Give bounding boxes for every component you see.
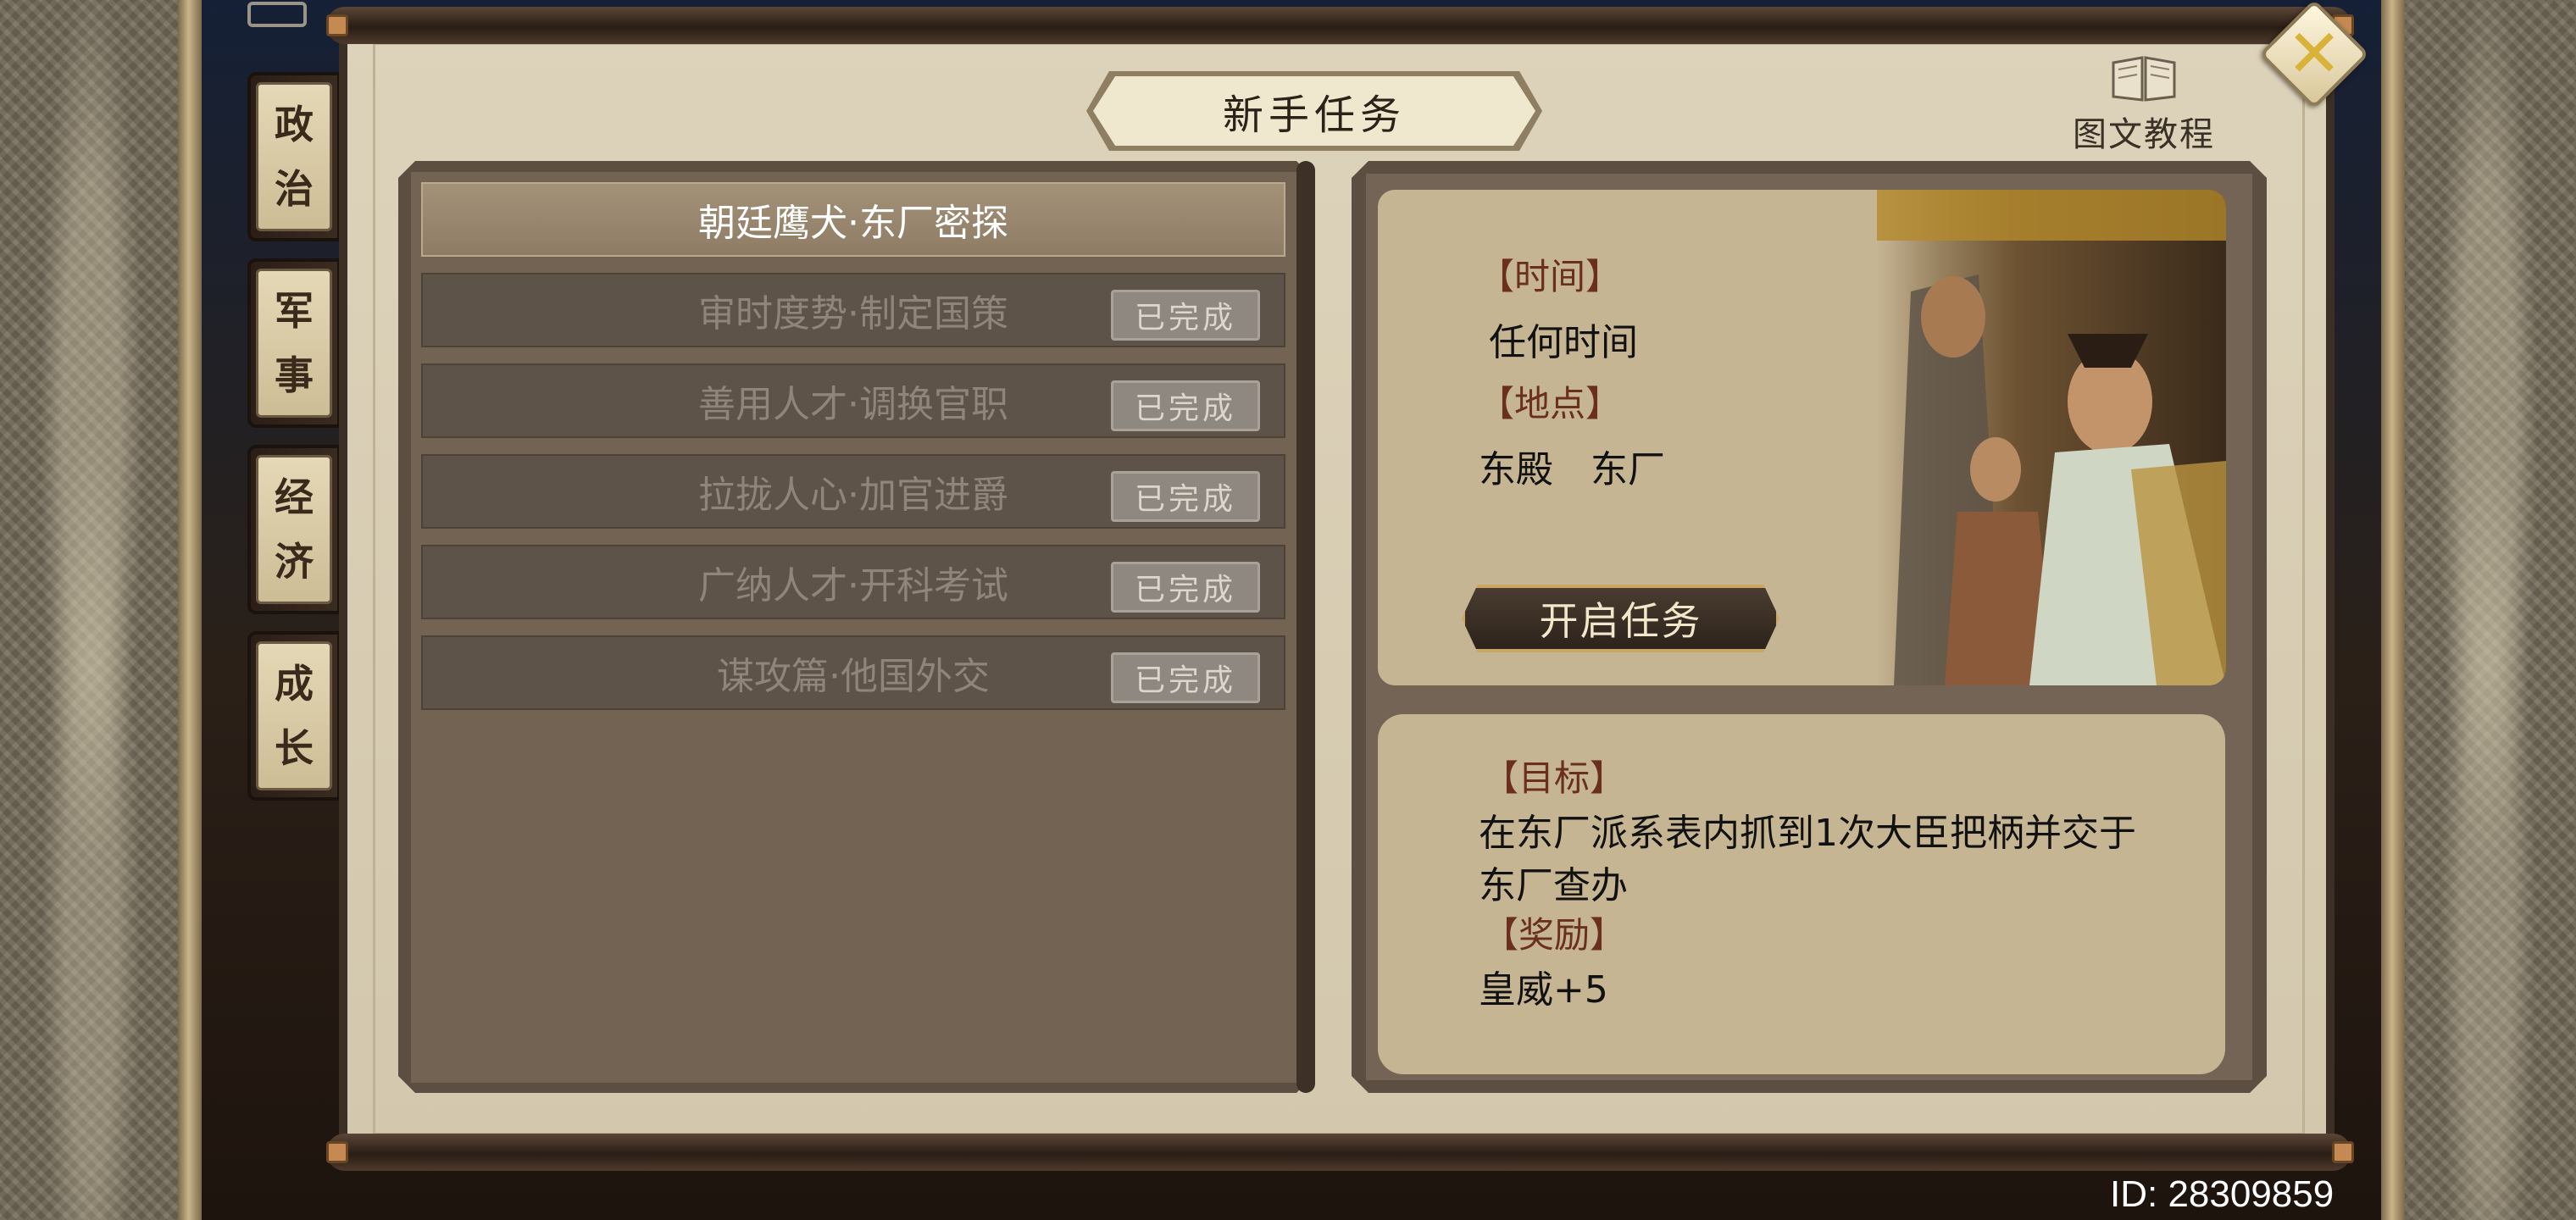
title-banner: 新手任务 (1093, 76, 1535, 146)
task-name: 谋攻篇·他国外交 (717, 655, 990, 698)
task-item[interactable]: 谋攻篇·他国外交 已完成 (421, 635, 1285, 710)
time-label: 【时间】 (1479, 256, 1622, 297)
start-task-button[interactable]: 开启任务 (1462, 585, 1779, 652)
task-item[interactable]: 善用人才·调换官职 已完成 (421, 363, 1285, 438)
task-name: 广纳人才·开科考试 (698, 564, 1008, 607)
reward-value: 皇威+5 (1479, 968, 1608, 1012)
goal-text-line2: 东厂查办 (1479, 864, 1628, 907)
tab-label-char: 军 (275, 288, 314, 334)
task-item[interactable]: 广纳人才·开科考试 已完成 (421, 545, 1285, 619)
tab-label-char: 政 (275, 102, 314, 147)
completed-badge: 已完成 (1111, 380, 1260, 431)
reward-label: 【奖励】 (1483, 914, 1626, 956)
sidebar-tab-growth[interactable]: 成长 (247, 631, 341, 801)
tutorial-label: 图文教程 (2073, 115, 2215, 154)
completed-badge: 已完成 (1111, 562, 1260, 613)
completed-badge: 已完成 (1111, 290, 1260, 341)
place-value: 东殿 东厂 (1479, 448, 1665, 491)
badge-text: 已完成 (1134, 573, 1236, 607)
scroll-rod-bottom (326, 1134, 2351, 1171)
task-illustration (1877, 190, 2226, 685)
page-title: 新手任务 (1222, 92, 1406, 139)
book-icon (2110, 51, 2178, 103)
place-label: 【地点】 (1479, 383, 1622, 424)
goal-label: 【目标】 (1483, 757, 1626, 799)
badge-text: 已完成 (1134, 663, 1236, 698)
sidebar-tab-economy[interactable]: 经济 (247, 445, 341, 614)
sidebar-tab-military[interactable]: 军事 (247, 258, 341, 428)
battery-icon (247, 2, 307, 27)
rod-cap (326, 1141, 348, 1163)
player-id: ID: 28309859 (2110, 1173, 2334, 1215)
goal-text-line1: 在东厂派系表内抓到1次大臣把柄并交于 (1479, 812, 2136, 855)
badge-text: 已完成 (1134, 301, 1236, 336)
time-value: 任何时间 (1489, 321, 1638, 364)
task-item-active[interactable]: 朝廷鹰犬·东厂密探 (421, 182, 1285, 257)
completed-badge: 已完成 (1111, 471, 1260, 522)
completed-badge: 已完成 (1111, 652, 1260, 703)
frame-rail-left (178, 0, 202, 1220)
brocade-pattern-left (0, 0, 182, 1220)
sidebar-tab-politics[interactable]: 政治 (247, 72, 341, 241)
tab-label-char: 治 (275, 166, 314, 212)
task-item[interactable]: 审时度势·制定国策 已完成 (421, 273, 1285, 347)
rod-cap (2332, 1141, 2354, 1163)
task-name: 善用人才·调换官职 (698, 383, 1008, 426)
scroll-rod-top (326, 7, 2351, 44)
close-x-icon: ✕ (2286, 16, 2342, 92)
tab-label-char: 长 (275, 725, 314, 771)
rod-cap (326, 14, 348, 36)
start-task-label: 开启任务 (1539, 598, 1702, 644)
badge-text: 已完成 (1134, 482, 1236, 517)
close-button[interactable]: ✕ (2258, 0, 2370, 110)
task-name: 审时度势·制定国策 (698, 292, 1008, 336)
frame-rail-right (2381, 0, 2405, 1220)
task-name: 拉拢人心·加官进爵 (698, 474, 1008, 517)
tutorial-button[interactable]: 图文教程 (2059, 51, 2229, 157)
brocade-pattern-right (2398, 0, 2576, 1220)
task-name: 朝廷鹰犬·东厂密探 (698, 202, 1008, 245)
tab-label-char: 经 (275, 474, 314, 520)
task-item[interactable]: 拉拢人心·加官进爵 已完成 (421, 454, 1285, 529)
tab-label-char: 成 (275, 661, 314, 707)
tab-label-char: 济 (275, 539, 314, 585)
task-list-scrollbar[interactable] (1296, 161, 1315, 1093)
badge-text: 已完成 (1134, 391, 1236, 426)
tab-label-char: 事 (275, 352, 314, 398)
